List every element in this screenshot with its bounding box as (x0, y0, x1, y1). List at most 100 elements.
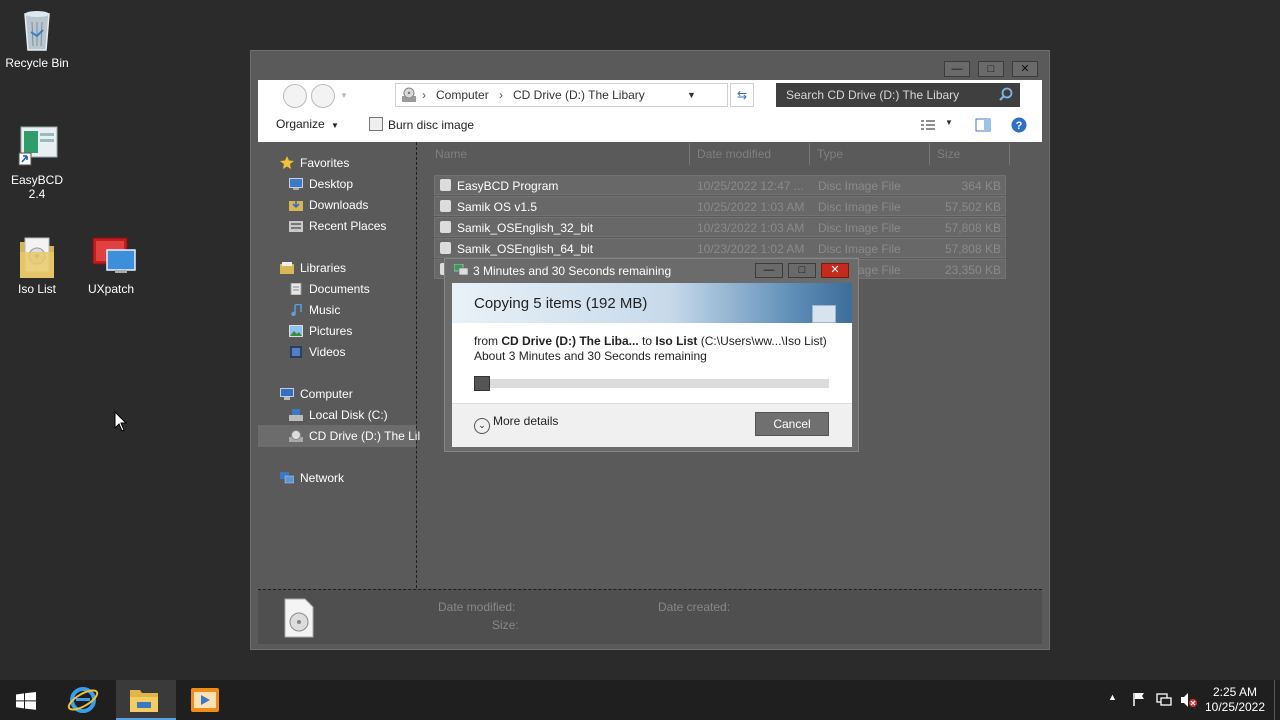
maximize-button[interactable]: □ (978, 61, 1004, 77)
nav-label: Network (300, 471, 345, 485)
column-header-type[interactable]: Type (817, 147, 843, 161)
column-header-size[interactable]: Size (937, 147, 960, 161)
downloads-icon (289, 199, 303, 211)
burn-disc-image-button[interactable]: Burn disc image (369, 117, 474, 132)
windows-start-icon[interactable] (16, 692, 36, 713)
chevron-down-icon[interactable]: ▼ (340, 91, 348, 100)
volume-muted-icon[interactable] (1180, 692, 1198, 711)
file-date: 10/25/2022 12:47 ... (697, 179, 804, 193)
nav-item-pictures[interactable]: Pictures (289, 324, 352, 338)
nav-label: Libraries (300, 261, 347, 275)
file-row[interactable]: Samik OS v1.5 10/25/2022 1:03 AM Disc Im… (434, 196, 1006, 216)
file-row[interactable]: EasyBCD Program 10/25/2022 12:47 ... Dis… (434, 175, 1006, 195)
copy-destination[interactable]: Iso List (655, 334, 697, 348)
dialog-footer: ⌄ More details Cancel (452, 403, 852, 447)
nav-item-desktop[interactable]: Desktop (289, 177, 353, 191)
nav-item-music[interactable]: Music (289, 303, 340, 317)
nav-item-documents[interactable]: Documents (289, 282, 370, 296)
explorer-toolbar: ▼ › Computer › CD Drive (D:) The Libary … (258, 80, 1042, 142)
forward-button[interactable] (311, 84, 335, 108)
media-player-icon[interactable] (190, 685, 220, 718)
dialog-close-button[interactable]: ✕ (821, 263, 849, 278)
size-label: Size: (492, 618, 519, 632)
minimize-button[interactable]: — (944, 61, 970, 77)
nav-item-libraries[interactable]: Libraries (280, 261, 346, 275)
organize-menu[interactable]: Organize ▼ (276, 117, 339, 131)
file-name: Samik_OSEnglish_32_bit (457, 221, 594, 235)
show-desktop-button[interactable] (1274, 680, 1275, 720)
time-remaining: About 3 Minutes and 30 Seconds remaining (474, 349, 707, 363)
file-explorer-icon (129, 687, 159, 716)
view-dropdown-icon[interactable]: ▼ (945, 118, 953, 127)
nav-label: Recent Places (309, 219, 387, 233)
view-options-icon[interactable] (920, 119, 936, 134)
nav-item-local-disk[interactable]: Local Disk (C:) (289, 408, 388, 422)
column-separator (809, 143, 810, 165)
action-center-flag-icon[interactable] (1132, 692, 1146, 709)
breadcrumb-location[interactable]: CD Drive (D:) The Libary (513, 84, 645, 106)
refresh-icon[interactable]: ⇆ (730, 83, 754, 107)
preview-pane-icon[interactable] (975, 118, 991, 135)
search-input[interactable]: Search CD Drive (D:) The Libary (776, 83, 1020, 107)
nav-label: CD Drive (D:) The Lil (309, 429, 421, 443)
copy-source[interactable]: CD Drive (D:) The Liba... (501, 334, 638, 348)
nav-item-favorites[interactable]: Favorites (280, 156, 349, 170)
dialog-title: 3 Minutes and 30 Seconds remaining (473, 264, 672, 278)
burn-label: Burn disc image (388, 118, 475, 132)
column-header-date[interactable]: Date modified (697, 147, 771, 161)
show-hidden-icons-icon[interactable]: ▲ (1108, 692, 1117, 702)
close-button[interactable]: ✕ (1012, 61, 1038, 77)
file-size: 57,808 KB (944, 242, 1001, 256)
desktop-icon-uxpatch[interactable]: UXpatch (76, 234, 146, 296)
computer-icon (280, 388, 294, 400)
nav-item-cd-drive[interactable]: CD Drive (D:) The Lil (289, 429, 420, 443)
help-icon[interactable]: ? (1011, 117, 1027, 136)
copy-heading: Copying 5 items (192 MB) (474, 295, 648, 312)
file-size: 57,808 KB (944, 221, 1001, 235)
copy-destination-path: (C:\Users\ww...\Iso List) (700, 334, 827, 348)
nav-item-network[interactable]: Network (280, 471, 344, 485)
column-separator (1009, 143, 1010, 165)
nav-item-computer[interactable]: Computer (280, 387, 353, 401)
easybcd-icon (17, 125, 58, 169)
dialog-minimize-button[interactable]: — (755, 263, 783, 278)
folder-icon (17, 234, 57, 278)
pictures-icon (289, 325, 303, 337)
taskbar-explorer-button[interactable] (116, 680, 176, 720)
address-dropdown-icon[interactable]: ▼ (687, 84, 696, 106)
details-pane: Date modified: Date created: Size: (258, 589, 1042, 644)
internet-explorer-icon[interactable] (66, 684, 100, 719)
desktop-icon (289, 178, 303, 190)
network-icon (280, 472, 295, 484)
cd-drive-icon (401, 87, 417, 110)
desktop-icon-label: EasyBCD 2.4 (10, 173, 63, 201)
videos-icon (289, 346, 303, 358)
nav-item-downloads[interactable]: Downloads (289, 198, 368, 212)
dialog-maximize-button[interactable]: □ (788, 263, 816, 278)
search-placeholder: Search CD Drive (D:) The Libary (786, 88, 960, 102)
network-status-icon[interactable] (1156, 692, 1172, 709)
hard-drive-icon (289, 409, 303, 421)
file-row[interactable]: Samik_OSEnglish_64_bit 10/23/2022 1:02 A… (434, 238, 1006, 258)
breadcrumb-computer[interactable]: Computer (436, 84, 489, 106)
back-button[interactable] (283, 84, 307, 108)
music-icon (289, 303, 303, 317)
column-header-name[interactable]: Name (435, 147, 467, 161)
search-icon[interactable] (998, 83, 1014, 115)
nav-item-recent-places[interactable]: Recent Places (289, 219, 386, 233)
clock[interactable]: 2:25 AM 10/25/2022 (1200, 685, 1270, 715)
burn-icon (369, 117, 383, 131)
file-type: Disc Image File (818, 179, 901, 193)
more-details-label: More details (493, 414, 559, 428)
desktop-icon-iso-list[interactable]: Iso List (2, 234, 72, 296)
nav-item-videos[interactable]: Videos (289, 345, 345, 359)
libraries-icon (280, 262, 294, 274)
mouse-cursor-icon (114, 410, 128, 436)
desktop-icon-recycle-bin[interactable]: Recycle Bin (2, 8, 72, 70)
address-bar[interactable]: › Computer › CD Drive (D:) The Libary ▼ (395, 83, 728, 107)
desktop-icon-easybcd[interactable]: EasyBCD 2.4 (2, 125, 72, 201)
cancel-button[interactable]: Cancel (755, 412, 829, 436)
more-details-toggle[interactable]: ⌄ More details (474, 414, 558, 434)
navigation-pane: Favorites Desktop Downloads Recent Place… (258, 142, 420, 588)
file-row[interactable]: Samik_OSEnglish_32_bit 10/23/2022 1:03 A… (434, 217, 1006, 237)
